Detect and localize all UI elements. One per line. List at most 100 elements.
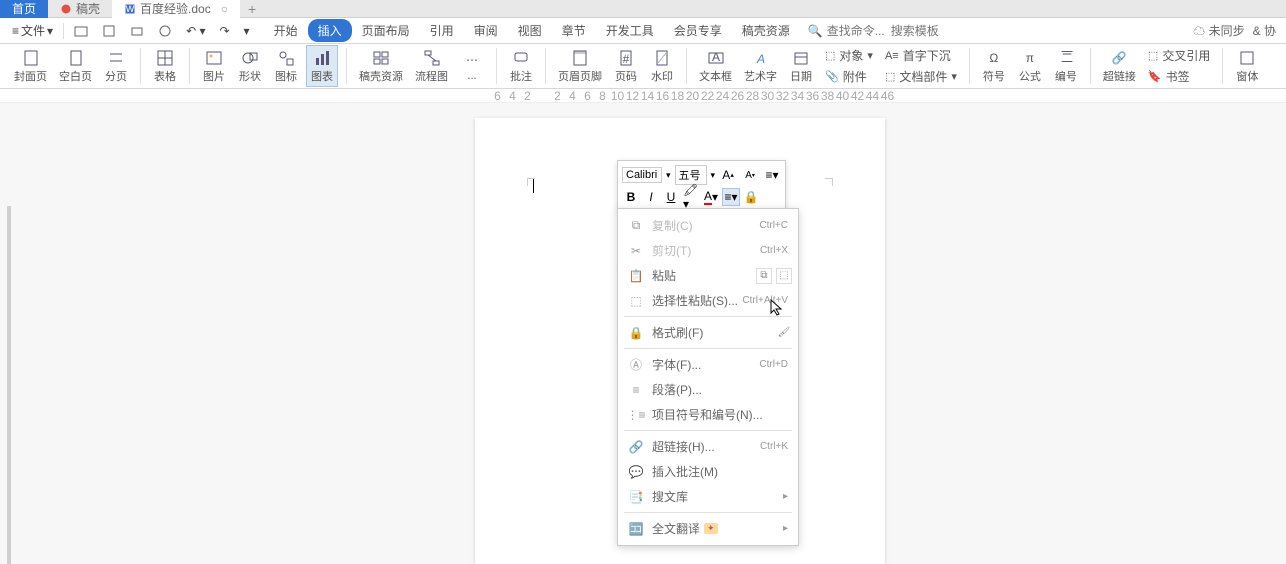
chart-icon [313, 49, 331, 67]
ctx-bullets[interactable]: ⋮≡项目符号和编号(N)... [618, 402, 798, 427]
ctx-paragraph[interactable]: ≡段落(P)... [618, 377, 798, 402]
align-button[interactable]: ≡▾ [722, 188, 740, 206]
ctx-translate[interactable]: 🈁全文翻译✦▸ [618, 516, 798, 541]
symbol-icon: Ω [989, 49, 998, 67]
save-button[interactable] [96, 22, 122, 40]
shrink-font-button[interactable]: A▾ [741, 166, 759, 184]
ribbon-textbox[interactable]: A文本框 [695, 45, 736, 87]
ribbon-break[interactable]: 分页 [100, 45, 132, 87]
italic-button[interactable]: I [642, 188, 660, 206]
tab-start[interactable]: 开始 [264, 19, 308, 42]
preview-button[interactable] [152, 22, 178, 40]
window-label: 窗体 [1236, 68, 1258, 84]
ribbon-date[interactable]: 日期 [785, 45, 817, 87]
sync-status[interactable]: ☁ 未同步 [1193, 22, 1244, 39]
ribbon-more[interactable]: ⋯... [456, 45, 488, 87]
ctx-paste-special[interactable]: ⬚选择性粘贴(S)...Ctrl+Alt+V [618, 288, 798, 313]
grow-font-button[interactable]: A▴ [719, 166, 737, 184]
ribbon-formula[interactable]: π公式 [1014, 45, 1046, 87]
open-button[interactable] [68, 22, 94, 40]
ribbon-parts[interactable]: ⬚ 文档部件 ▾ [881, 67, 961, 86]
ribbon-flowchart[interactable]: 流程图 [411, 45, 452, 87]
ribbon-annotation[interactable]: 批注 [505, 45, 537, 87]
tab-devtools[interactable]: 开发工具 [596, 19, 664, 42]
ribbon-cover[interactable]: 封面页 [10, 45, 51, 87]
ribbon-symbol[interactable]: Ω符号 [978, 45, 1010, 87]
redo-button[interactable]: ↷ [213, 22, 235, 40]
ctx-hyperlink[interactable]: 🔗超链接(H)...Ctrl+K [618, 434, 798, 459]
format-painter-extra[interactable]: 🖌 [776, 325, 792, 341]
ctx-font[interactable]: Ⓐ字体(F)...Ctrl+D [618, 352, 798, 377]
tab-view[interactable]: 视图 [508, 19, 552, 42]
ctx-format-painter[interactable]: 🔒格式刷(F) 🖌 [618, 320, 798, 345]
ribbon-chart[interactable]: 图表 [306, 45, 338, 87]
search-template-input[interactable] [891, 24, 947, 38]
app-menu-button[interactable]: ≡ 文件 ▾ [6, 20, 59, 41]
hyperlink-icon: 🔗 [628, 440, 644, 454]
ribbon-window[interactable]: 窗体 [1231, 45, 1263, 87]
ribbon-crossref[interactable]: ⬚ 交叉引用 [1144, 46, 1214, 65]
ribbon-attach[interactable]: 📎 附件 [821, 67, 877, 86]
underline-button[interactable]: U [662, 188, 680, 206]
picture-icon [205, 49, 223, 67]
highlight-button[interactable]: 🖍▾ [682, 188, 700, 206]
header-label: 页眉页脚 [558, 68, 602, 84]
tab-member[interactable]: 会员专享 [664, 19, 732, 42]
chart-label: 图表 [311, 68, 333, 84]
ruler-tick: 20 [685, 89, 700, 103]
ribbon-picture[interactable]: 图片 [198, 45, 230, 87]
ribbon-blank[interactable]: 空白页 [55, 45, 96, 87]
tab-kedou[interactable]: 稿壳 [48, 0, 112, 18]
capital-label: 首字下沉 [903, 47, 951, 64]
ctx-separator [624, 348, 792, 349]
ribbon-watermark[interactable]: 水印 [646, 45, 678, 87]
ribbon-icon[interactable]: 图标 [270, 45, 302, 87]
ribbon-object[interactable]: ⬚ 对象 ▾ [821, 46, 877, 65]
ctx-insert-comment[interactable]: 💬插入批注(M) [618, 459, 798, 484]
lock-button[interactable]: 🔒 [742, 188, 760, 206]
ctx-paste[interactable]: 📋粘贴 ⧉ ⬚ [618, 263, 798, 288]
tab-review[interactable]: 审阅 [464, 19, 508, 42]
font-select[interactable]: Calibri [622, 167, 662, 183]
cooperate-button[interactable]: & 协 [1253, 22, 1276, 39]
list-button[interactable]: ≡▾ [763, 166, 781, 184]
size-dropdown-icon[interactable]: ▾ [711, 170, 716, 181]
ribbon-header[interactable]: 页眉页脚 [554, 45, 606, 87]
chevron-right-icon: ▸ [783, 523, 788, 534]
ruler-tick: 24 [715, 89, 730, 103]
tab-section[interactable]: 章节 [552, 19, 596, 42]
ribbon-number[interactable]: 一二编号 [1050, 45, 1082, 87]
font-dropdown-icon[interactable]: ▾ [666, 170, 671, 181]
tab-doc[interactable]: W 百度经验.doc ○ [112, 0, 240, 18]
ribbon-hyperlink[interactable]: 🔗超链接 [1099, 45, 1140, 87]
tab-close-icon[interactable]: ○ [221, 2, 228, 16]
ctx-short-sentence[interactable]: 📑搜文库▸ [618, 484, 798, 509]
paste-option2-button[interactable]: ⬚ [776, 268, 792, 284]
font-color-button[interactable]: A▾ [702, 188, 720, 206]
print-button[interactable] [124, 22, 150, 40]
tab-kedou-resource[interactable]: 稿壳资源 [732, 19, 800, 42]
font-size-select[interactable]: 五号 [675, 165, 707, 185]
paste-option1-button[interactable]: ⧉ [756, 268, 772, 284]
tab-reference[interactable]: 引用 [420, 19, 464, 42]
new-tab-button[interactable]: + [248, 1, 256, 17]
ribbon-wordart[interactable]: A艺术字 [740, 45, 781, 87]
ribbon-kedou[interactable]: 稿壳资源 [355, 45, 407, 87]
tab-layout[interactable]: 页面布局 [352, 19, 420, 42]
ribbon-table[interactable]: 表格 [149, 45, 181, 87]
tab-home[interactable]: 首页 [0, 0, 48, 18]
bold-button[interactable]: B [622, 188, 640, 206]
dropdown-button[interactable]: ▾ [238, 22, 256, 40]
print-icon [130, 24, 144, 38]
undo-button[interactable]: ↶ ▾ [180, 22, 211, 40]
margin-marker-tr [825, 178, 833, 186]
ruler-tick: 46 [880, 89, 895, 103]
ribbon-pagenum[interactable]: #页码 [610, 45, 642, 87]
ribbon-bookmark[interactable]: 🔖 书签 [1144, 67, 1214, 86]
ribbon-shape[interactable]: 形状 [234, 45, 266, 87]
tab-insert[interactable]: 插入 [308, 19, 352, 42]
search-command-input[interactable] [827, 24, 887, 38]
ribbon-capital[interactable]: A≡ 首字下沉 [881, 46, 961, 65]
svg-text:#: # [623, 52, 630, 66]
text-cursor [533, 179, 534, 193]
